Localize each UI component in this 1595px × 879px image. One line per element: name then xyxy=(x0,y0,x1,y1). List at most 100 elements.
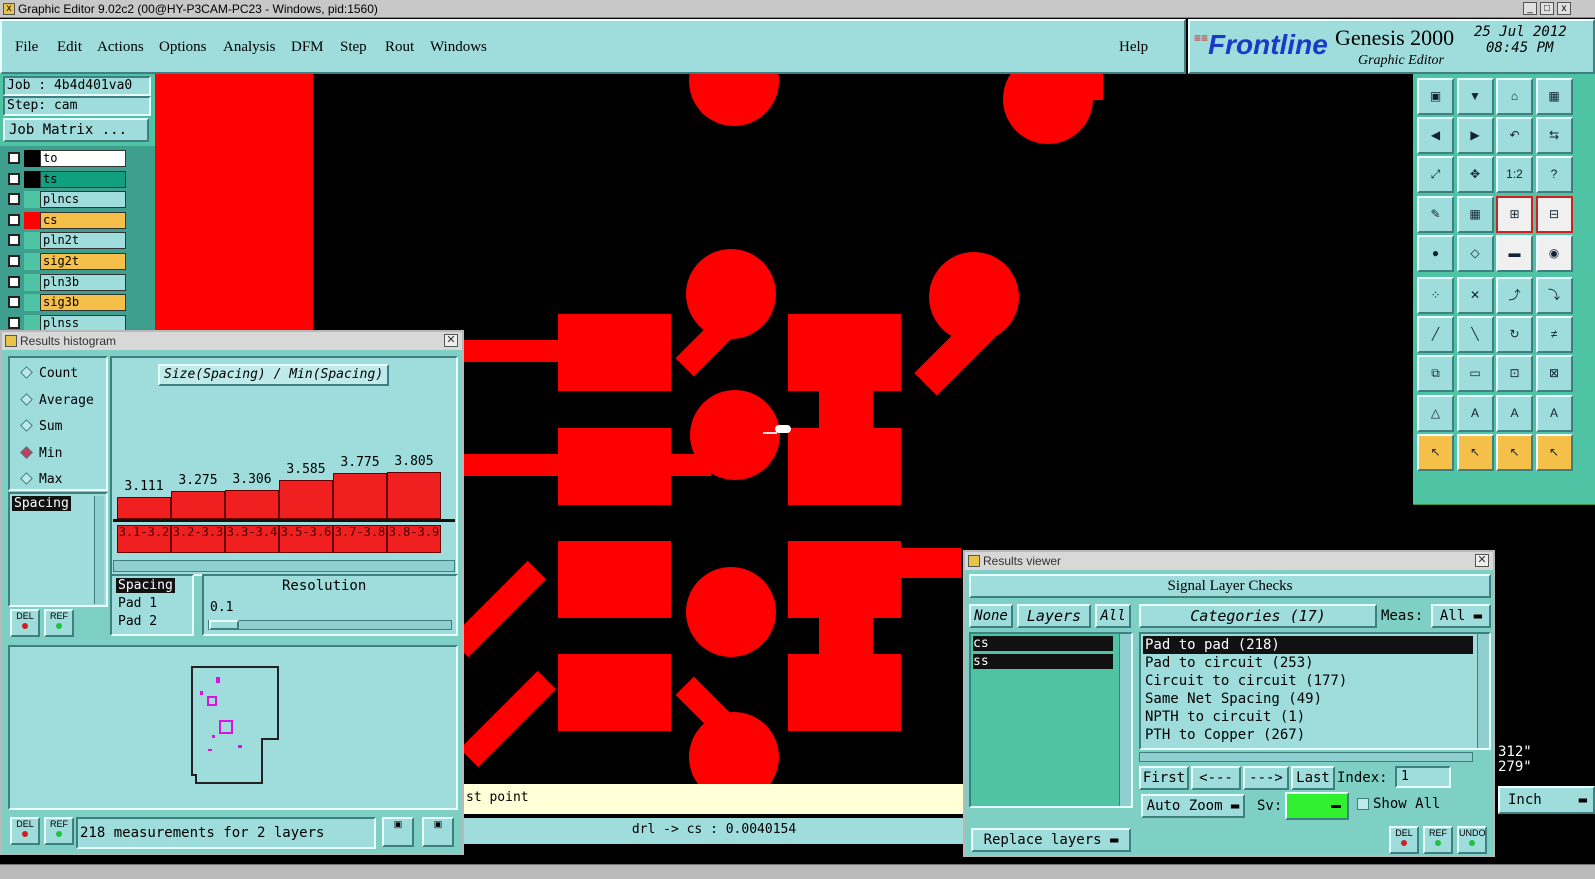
layer-name[interactable]: sig3b xyxy=(40,294,126,312)
histogram-bar[interactable] xyxy=(387,471,441,519)
index-input[interactable]: 1 xyxy=(1395,766,1451,788)
del-button[interactable]: DEL xyxy=(1389,826,1419,854)
snap2-icon[interactable]: ⤵ xyxy=(1535,277,1573,314)
connect-icon[interactable]: ⁘ xyxy=(1417,277,1454,314)
last-button[interactable]: Last xyxy=(1291,766,1335,790)
redo-icon[interactable]: ⇆ xyxy=(1535,117,1573,155)
grid-icon[interactable]: ▦ xyxy=(1535,78,1573,115)
attribute-list[interactable]: Spacing xyxy=(8,492,108,607)
menu-analysis[interactable]: Analysis xyxy=(223,39,276,56)
category-list[interactable]: Pad to pad (218) Pad to circuit (253) Circ… xyxy=(1139,632,1491,750)
menu-edit[interactable]: Edit xyxy=(57,39,82,56)
slider-thumb[interactable] xyxy=(209,620,239,630)
fit-icon[interactable]: ⤢ xyxy=(1417,156,1454,194)
layer-checkbox[interactable] xyxy=(8,213,20,226)
arc2-icon[interactable]: ≠ xyxy=(1535,316,1573,354)
first-button[interactable]: First xyxy=(1139,766,1189,790)
layer-checkbox[interactable] xyxy=(8,234,20,247)
category-item[interactable]: NPTH to circuit (1) xyxy=(1143,708,1473,726)
field-pad2[interactable]: Pad 2 xyxy=(118,614,157,629)
category-item[interactable]: Pad to circuit (253) xyxy=(1143,654,1473,672)
zoom-home-icon[interactable]: ▣ xyxy=(1417,78,1454,115)
a4-icon[interactable]: A xyxy=(1535,394,1573,432)
layer-checkbox[interactable] xyxy=(8,275,20,288)
category-hscrollbar[interactable] xyxy=(1139,752,1473,762)
a2-icon[interactable]: A xyxy=(1456,394,1494,432)
netlist-icon[interactable]: ⊞ xyxy=(1496,195,1533,233)
menu-file[interactable]: File xyxy=(15,39,38,56)
pointer4-icon[interactable]: ↖ xyxy=(1535,433,1573,471)
grid3-icon[interactable]: ⊡ xyxy=(1496,355,1533,393)
sv-color-selector[interactable]: ▬ xyxy=(1285,792,1349,820)
menu-help[interactable]: Help xyxy=(1119,39,1148,56)
ruler-icon[interactable]: ▬ xyxy=(1496,234,1533,272)
histogram-bar[interactable] xyxy=(225,489,279,519)
a-icon[interactable]: △ xyxy=(1417,394,1454,432)
ref-button[interactable]: REF xyxy=(44,609,74,637)
scrollbar[interactable] xyxy=(1477,634,1489,748)
layer-checkbox[interactable] xyxy=(8,255,20,267)
field-pad1[interactable]: Pad 1 xyxy=(118,596,157,611)
zoom-in-icon[interactable]: ▼ xyxy=(1456,78,1494,115)
move-icon[interactable]: ⧉ xyxy=(1417,355,1454,393)
category-item[interactable]: PTH to Copper (267) xyxy=(1143,726,1473,744)
netlist2-icon[interactable]: ⊟ xyxy=(1535,195,1573,233)
chart-hscrollbar[interactable] xyxy=(113,560,455,572)
scrollbar[interactable] xyxy=(94,496,104,604)
center-icon[interactable]: ✥ xyxy=(1456,156,1494,194)
outline-icon[interactable]: ◇ xyxy=(1456,234,1494,272)
histogram-bar[interactable] xyxy=(333,472,387,519)
pointer2-icon[interactable]: ↖ xyxy=(1456,433,1494,471)
close-icon[interactable]: ✕ xyxy=(1475,554,1489,567)
resolution-slider[interactable] xyxy=(208,620,452,630)
scrollbar[interactable] xyxy=(1119,634,1131,806)
next-button[interactable]: ---> xyxy=(1243,766,1289,790)
select-icon[interactable]: ⊠ xyxy=(1535,355,1573,393)
arc-icon[interactable]: ↻ xyxy=(1496,316,1533,354)
layer-checkbox[interactable] xyxy=(8,172,20,185)
layer-checkbox[interactable] xyxy=(8,193,20,206)
zoom-window-icon[interactable]: ▣ xyxy=(382,817,414,847)
category-item[interactable]: Circuit to circuit (177) xyxy=(1143,672,1473,690)
maximize-icon[interactable]: □ xyxy=(1540,2,1554,15)
menu-step[interactable]: Step xyxy=(340,39,367,56)
histogram-bar[interactable] xyxy=(117,496,171,519)
layer-name[interactable]: cs xyxy=(40,211,126,229)
undo-button[interactable]: UNDO xyxy=(1457,826,1487,854)
line-icon[interactable]: ╱ xyxy=(1417,316,1454,354)
close-icon[interactable]: ✕ xyxy=(444,334,458,347)
pointer-icon[interactable]: ↖ xyxy=(1417,433,1454,471)
help-icon[interactable]: ? xyxy=(1535,156,1573,194)
dot-icon[interactable]: ◉ xyxy=(1535,234,1573,272)
meas-dropdown[interactable]: All ▬ xyxy=(1431,604,1491,628)
ref-button[interactable]: REF xyxy=(44,817,74,845)
layer-row-ts[interactable]: ts xyxy=(6,170,126,188)
zoom-fit-icon[interactable]: ▣ xyxy=(422,817,454,847)
snap-icon[interactable]: ⤴ xyxy=(1496,277,1533,314)
dash-icon[interactable]: ▭ xyxy=(1456,355,1494,393)
pad-icon[interactable]: ● xyxy=(1417,234,1454,272)
a3-icon[interactable]: A xyxy=(1496,394,1533,432)
mode-max[interactable]: Max xyxy=(20,472,62,487)
layer-name[interactable]: sig2t xyxy=(40,253,126,270)
histogram-bar[interactable] xyxy=(279,479,333,519)
layer-row-sig3b[interactable]: sig3b xyxy=(6,294,126,312)
layer-row-cs[interactable]: cs xyxy=(6,211,126,229)
layer-item-ss[interactable]: ss xyxy=(973,654,1113,669)
layer-name[interactable]: plncs xyxy=(40,191,126,209)
layer-checkbox[interactable] xyxy=(8,316,20,329)
menu-rout[interactable]: Rout xyxy=(385,39,414,56)
undo-zoom-icon[interactable]: ↶ xyxy=(1496,117,1533,155)
viewer-layer-list[interactable]: cs ss xyxy=(969,632,1133,808)
house-icon[interactable]: ⌂ xyxy=(1496,78,1533,115)
menu-dfm[interactable]: DFM xyxy=(291,39,324,56)
layers-button[interactable]: Layers xyxy=(1017,604,1091,628)
histogram-bar[interactable] xyxy=(171,490,225,519)
mode-average[interactable]: Average xyxy=(20,393,94,408)
close-icon[interactable]: x xyxy=(1557,2,1571,15)
layer-row-pln2t[interactable]: pln2t xyxy=(6,232,126,250)
layer-row-plncs[interactable]: plncs xyxy=(6,191,126,209)
attribute-item[interactable]: Spacing xyxy=(12,496,71,511)
layer-checkbox[interactable] xyxy=(8,296,20,309)
one-to-one-icon[interactable]: 1:2 xyxy=(1496,156,1533,194)
